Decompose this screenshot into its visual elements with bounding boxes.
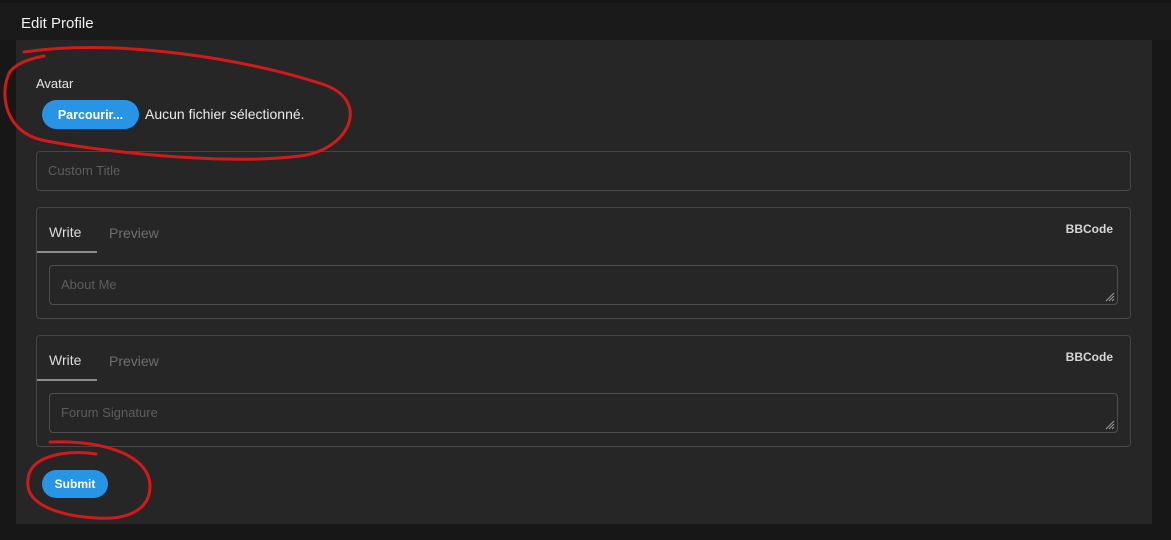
tab-preview[interactable]: Preview: [109, 225, 159, 241]
bbcode-label: BBCode: [1065, 222, 1113, 236]
avatar-label: Avatar: [36, 76, 74, 91]
forum-signature-editor: Write Preview BBCode Forum Signature: [36, 335, 1131, 447]
active-tab-indicator: [37, 379, 97, 381]
resize-grip-icon[interactable]: [1105, 420, 1115, 430]
browse-file-button[interactable]: Parcourir...: [42, 100, 139, 129]
active-tab-indicator: [37, 251, 97, 253]
about-me-editor: Write Preview BBCode About Me: [36, 207, 1131, 319]
page-title: Edit Profile: [21, 15, 94, 32]
header-bar: Edit Profile: [0, 0, 1171, 40]
tab-write[interactable]: Write: [49, 352, 81, 368]
file-status-text: Aucun fichier sélectionné.: [145, 106, 305, 122]
forum-signature-textarea[interactable]: Forum Signature: [49, 393, 1118, 433]
tab-preview[interactable]: Preview: [109, 353, 159, 369]
resize-grip-icon[interactable]: [1105, 292, 1115, 302]
about-me-textarea[interactable]: About Me: [49, 265, 1118, 305]
about-me-placeholder: About Me: [61, 277, 117, 292]
custom-title-input[interactable]: Custom Title: [36, 151, 1131, 191]
edit-profile-window: Edit Profile Avatar Parcourir... Aucun f…: [0, 0, 1171, 540]
edit-profile-form: Avatar Parcourir... Aucun fichier sélect…: [16, 40, 1152, 524]
forum-signature-placeholder: Forum Signature: [61, 405, 158, 420]
bbcode-label: BBCode: [1065, 350, 1113, 364]
submit-button[interactable]: Submit: [42, 470, 108, 498]
tab-write[interactable]: Write: [49, 224, 81, 240]
custom-title-placeholder: Custom Title: [48, 163, 121, 178]
